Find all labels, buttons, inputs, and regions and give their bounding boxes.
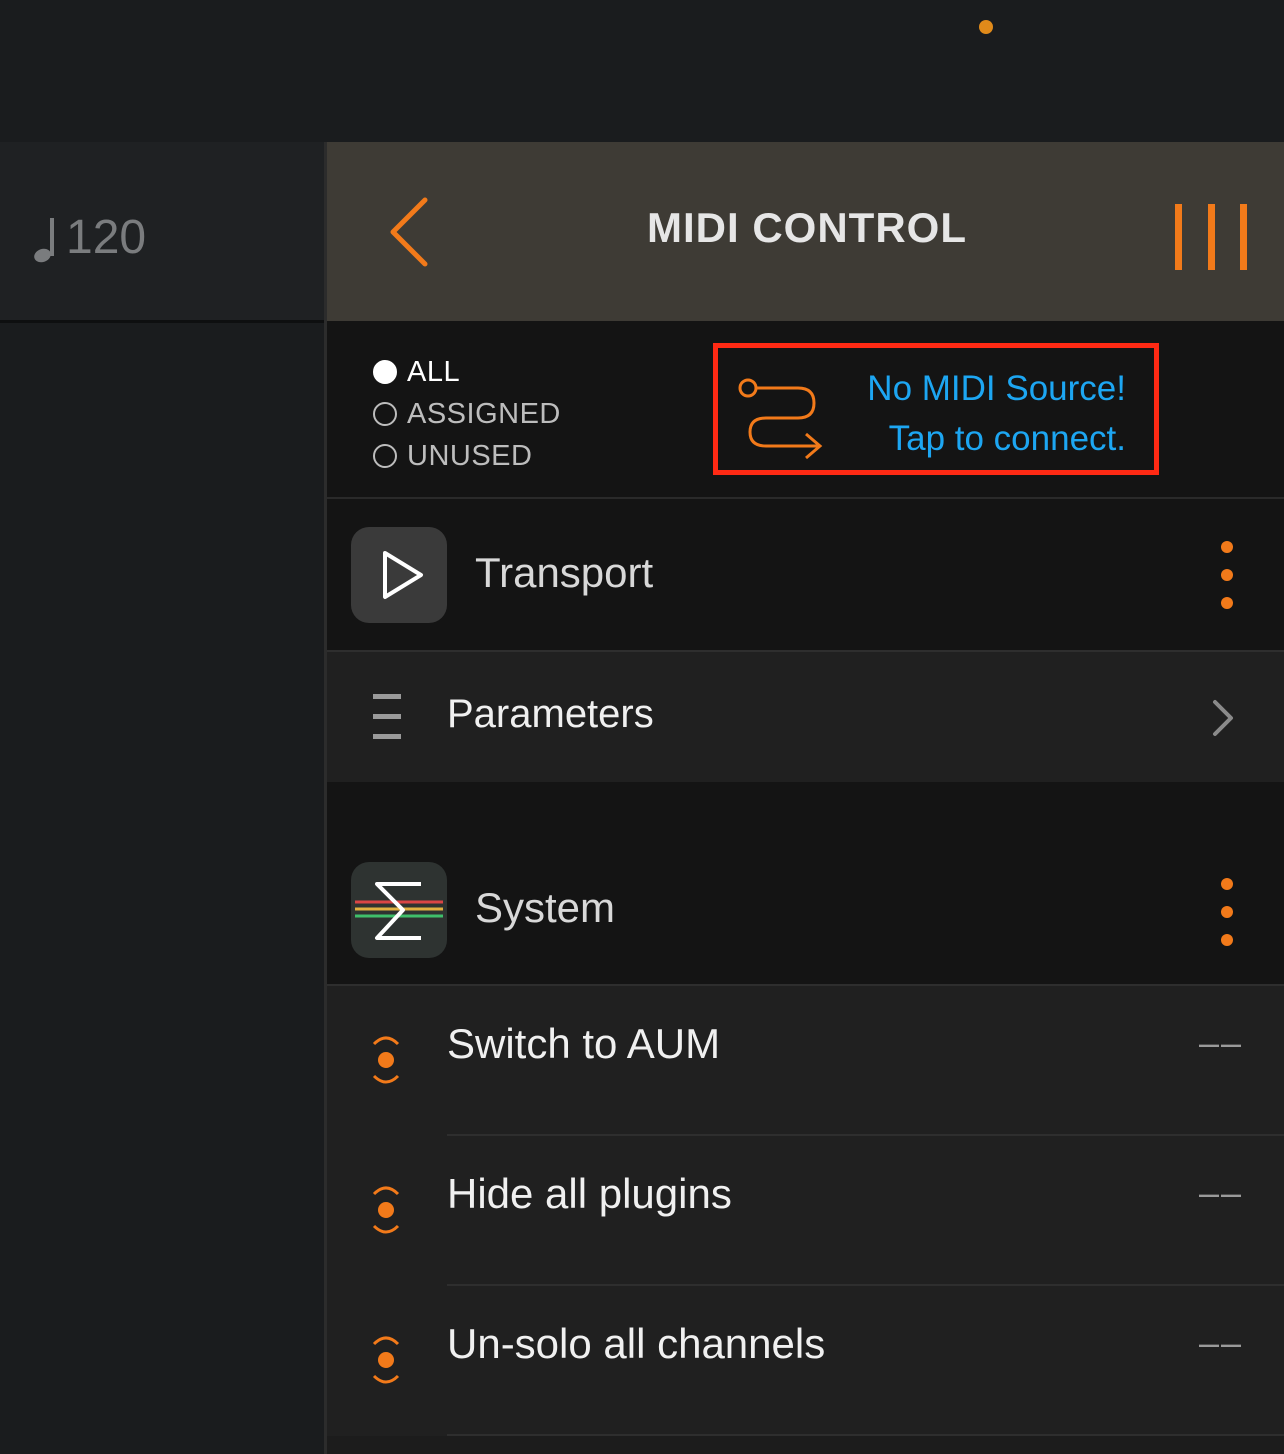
app-screen: 120 MIDI CONTROL ALL ASSIGNED UNUSED No …	[0, 0, 1284, 1454]
play-icon	[383, 551, 423, 599]
control-row-switch-to-aum[interactable]: Switch to AUM ––	[327, 986, 1284, 1136]
page-title: MIDI CONTROL	[647, 204, 967, 251]
midi-source-button[interactable]: No MIDI Source! Tap to connect.	[713, 343, 1159, 475]
more-vertical-icon[interactable]	[1213, 878, 1241, 948]
midi-route-icon	[738, 378, 823, 460]
sigma-icon	[355, 882, 443, 940]
quarter-note-icon	[32, 212, 56, 265]
divider	[0, 320, 324, 323]
control-value: ––	[1199, 1172, 1244, 1213]
recording-indicator-dot	[979, 20, 993, 34]
midi-learn-icon	[372, 1036, 400, 1084]
divider	[447, 1434, 1284, 1436]
filter-label: UNUSED	[407, 439, 533, 472]
system-app-icon	[351, 862, 447, 958]
control-label: Hide all plugins	[447, 1170, 732, 1217]
filter-all[interactable]: ALL	[373, 351, 561, 393]
section-header-transport: Transport	[327, 499, 1284, 650]
control-value: ––	[1199, 1322, 1244, 1363]
midi-source-line2: Tap to connect.	[888, 419, 1126, 458]
midi-source-line1: No MIDI Source!	[867, 369, 1126, 408]
filter-unused[interactable]: UNUSED	[373, 435, 561, 477]
filter-label: ASSIGNED	[407, 397, 561, 430]
section-spacer	[327, 782, 1284, 854]
section-title: Transport	[475, 549, 654, 596]
filter-radio-group: ALL ASSIGNED UNUSED	[373, 351, 561, 477]
filter-section: ALL ASSIGNED UNUSED No MIDI Source! Tap …	[327, 321, 1284, 499]
filter-assigned[interactable]: ASSIGNED	[373, 393, 561, 435]
list-icon	[373, 694, 401, 740]
control-row-unsolo-all-channels[interactable]: Un-solo all channels ––	[327, 1286, 1284, 1436]
section-header-system: System	[327, 854, 1284, 984]
channel-strips-icon	[1175, 204, 1182, 270]
radio-unselected	[373, 402, 397, 426]
chevron-right-icon	[1213, 700, 1233, 736]
filter-label: ALL	[407, 355, 461, 388]
more-vertical-icon[interactable]	[1213, 541, 1241, 611]
midi-learn-icon	[372, 1186, 400, 1234]
midi-learn-icon	[372, 1336, 400, 1384]
control-row-hide-all-plugins[interactable]: Hide all plugins ––	[327, 1136, 1284, 1286]
transport-app-icon	[351, 527, 447, 623]
section-title: System	[475, 884, 616, 931]
tempo-display[interactable]: 120	[32, 210, 146, 266]
tempo-value: 120	[66, 211, 147, 264]
radio-selected	[373, 360, 397, 384]
channel-strips-button[interactable]	[1175, 204, 1247, 272]
radio-unselected	[373, 444, 397, 468]
control-value: ––	[1199, 1022, 1244, 1063]
parameters-label: Parameters	[447, 692, 654, 736]
parameters-row[interactable]: Parameters	[327, 652, 1284, 782]
control-label: Switch to AUM	[447, 1020, 721, 1067]
midi-source-message: No MIDI Source! Tap to connect.	[867, 364, 1126, 464]
panel-header: MIDI CONTROL	[327, 142, 1284, 321]
midi-control-panel: MIDI CONTROL ALL ASSIGNED UNUSED No MIDI…	[324, 142, 1284, 1454]
control-label: Un-solo all channels	[447, 1320, 826, 1367]
